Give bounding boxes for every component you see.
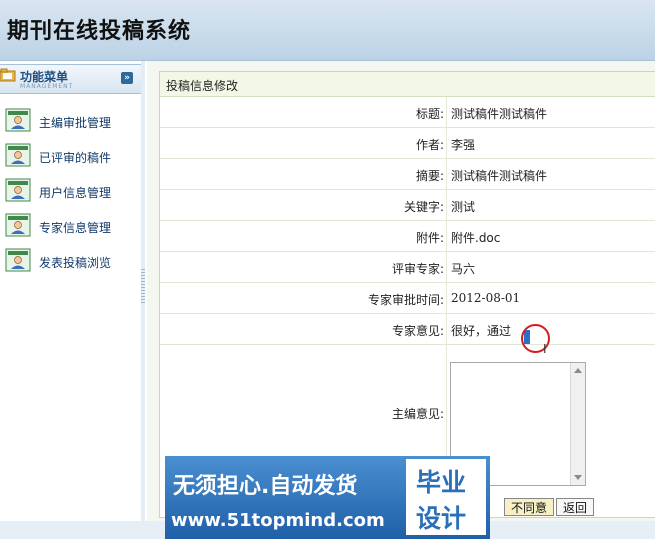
menu-list: 主编审批管理 已评审的稿件 用户信息管理 专家信息管理 发表投稿浏览 <box>0 106 141 281</box>
field-label: 附件: <box>415 231 444 245</box>
disagree-button[interactable]: 不同意 <box>504 498 555 516</box>
form-row-keywords: 关键字: 测试 <box>160 190 655 221</box>
sidebar: 功能菜单 MANAGEMENT » 主编审批管理 已评审的稿件 用户信息管理 专… <box>0 61 142 539</box>
user-card-icon <box>5 108 31 132</box>
field-label: 专家审批时间: <box>367 293 444 307</box>
collapse-icon[interactable]: » <box>121 72 133 84</box>
form-row-title: 标题: 测试稿件测试稿件 <box>160 97 655 128</box>
column-divider <box>446 128 447 158</box>
column-divider <box>446 283 447 313</box>
field-value: 马六 <box>451 262 476 276</box>
user-card-icon <box>5 143 31 167</box>
field-value: 李强 <box>451 138 476 152</box>
field-value: 测试稿件测试稿件 <box>451 169 548 183</box>
scroll-down-icon[interactable] <box>574 475 582 480</box>
form-row-attachment: 附件: 附件.doc <box>160 221 655 252</box>
attachment-link[interactable]: 附件.doc <box>451 229 500 246</box>
field-label: 主编意见: <box>391 407 444 421</box>
user-card-icon <box>5 248 31 272</box>
sidebar-item-label: 专家信息管理 <box>39 221 112 235</box>
panel-title: 投稿信息修改 <box>166 79 239 93</box>
field-label: 评审专家: <box>391 262 444 276</box>
column-divider <box>446 190 447 220</box>
field-label: 作者: <box>415 138 444 152</box>
back-button[interactable]: 返回 <box>556 498 595 516</box>
form-row-abstract: 摘要: 测试稿件测试稿件 <box>160 159 655 190</box>
form-row-author: 作者: 李强 <box>160 128 655 159</box>
field-label: 标题: <box>415 107 444 121</box>
text-cursor-icon: I <box>543 342 547 356</box>
form-row-expert-opinion: 专家意见: 很好，通过 <box>160 314 655 345</box>
menu-header: 功能菜单 MANAGEMENT » <box>0 64 141 94</box>
badge-line2: 设计 <box>416 504 467 533</box>
app-header: 期刊在线投稿系统 <box>0 0 655 61</box>
user-card-icon <box>5 178 31 202</box>
sidebar-item-label: 已评审的稿件 <box>39 151 112 165</box>
banner-slogan: 无须担心.自动发货 <box>173 474 358 499</box>
form-row-review-date: 专家审批时间: 2012-08-01 <box>160 283 655 314</box>
sidebar-item-label: 发表投稿浏览 <box>39 256 112 270</box>
sidebar-splitter[interactable] <box>141 61 145 539</box>
form-row-expert: 评审专家: 马六 <box>160 252 655 283</box>
banner-url: www.51topmind.com <box>171 510 385 531</box>
folder-icon <box>0 68 16 82</box>
sidebar-item-published[interactable]: 发表投稿浏览 <box>0 246 141 281</box>
textarea-scrollbar[interactable] <box>570 363 585 485</box>
column-divider <box>446 159 447 189</box>
banner-badge: 毕业 设计 <box>406 459 486 535</box>
watermark-banner: 无须担心.自动发货 www.51topmind.com 毕业 设计 <box>165 456 490 539</box>
field-value: 很好，通过 <box>451 324 512 338</box>
panel-header: 投稿信息修改 <box>160 72 655 97</box>
sidebar-item-users[interactable]: 用户信息管理 <box>0 176 141 211</box>
edit-form-panel: 投稿信息修改 标题: 测试稿件测试稿件 作者: 李强 摘要: 测试稿件测试稿件 … <box>159 71 655 518</box>
badge-line1: 毕业 <box>416 468 467 497</box>
sidebar-item-experts[interactable]: 专家信息管理 <box>0 211 141 246</box>
splitter-grip-icon[interactable] <box>141 269 145 303</box>
field-value: 2012-08-01 <box>451 291 521 305</box>
field-value: 测试 <box>451 200 476 214</box>
field-label: 专家意见: <box>391 324 444 338</box>
user-card-icon <box>5 213 31 237</box>
sidebar-item-reviewed[interactable]: 已评审的稿件 <box>0 141 141 176</box>
column-divider <box>446 221 447 251</box>
field-value: 测试稿件测试稿件 <box>451 107 548 121</box>
sidebar-item-label: 用户信息管理 <box>39 186 112 200</box>
menu-subtitle: MANAGEMENT <box>20 83 74 90</box>
sidebar-item-editor-review[interactable]: 主编审批管理 <box>0 106 141 141</box>
app-title: 期刊在线投稿系统 <box>7 18 192 44</box>
scroll-up-icon[interactable] <box>574 368 582 373</box>
column-divider <box>446 97 447 127</box>
column-divider <box>446 314 447 344</box>
field-label: 关键字: <box>403 200 444 214</box>
sidebar-item-label: 主编审批管理 <box>39 116 112 130</box>
field-label: 摘要: <box>415 169 444 183</box>
column-divider <box>446 252 447 282</box>
